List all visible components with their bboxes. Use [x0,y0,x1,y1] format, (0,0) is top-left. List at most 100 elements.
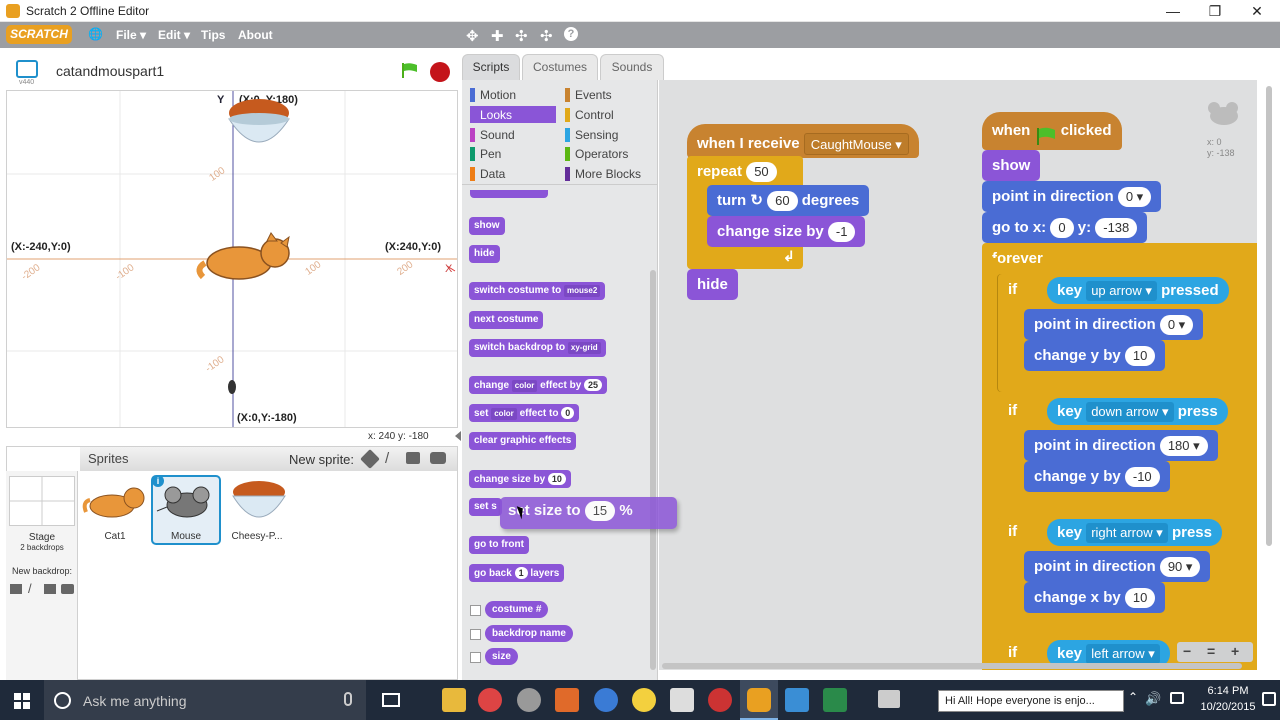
sprite-info-badge[interactable]: i [152,475,164,487]
direction-input[interactable]: 0 ▾ [1159,315,1194,336]
clock-date[interactable]: 10/20/2015 [1197,701,1259,713]
network-icon[interactable] [1170,692,1184,704]
backdrop-checkbox[interactable] [470,629,481,640]
clock-time[interactable]: 6:14 PM [1197,685,1259,697]
palette-show[interactable]: show [469,217,505,235]
change-x-input[interactable]: 10 [1124,588,1156,609]
change-size-input[interactable]: -1 [827,222,856,243]
palette-next-costume[interactable]: next costume [469,311,544,329]
reporter-costume[interactable]: costume # [485,601,549,618]
zoom-in-icon[interactable]: + [1231,643,1239,659]
upload-sprite-icon[interactable] [406,452,420,464]
go-to-xy-block[interactable]: go to x: 0 y: -138 [982,212,1148,243]
palette-clear-effects[interactable]: clear graphic effects [469,432,577,450]
layers-input[interactable]: 1 [514,567,528,579]
microphone-icon[interactable] [344,692,352,706]
mouse-sprite[interactable] [227,377,237,395]
category-events[interactable]: Events [575,88,612,102]
collapse-arrow-icon[interactable] [455,431,461,441]
show-block[interactable]: show [982,150,1041,181]
message-dropdown[interactable]: CaughtMouse ▾ [803,133,909,156]
effect-dropdown[interactable]: color [491,408,517,420]
direction-input[interactable]: 0 ▾ [1117,187,1152,208]
change-size-block[interactable]: change size by -1 [707,216,866,247]
category-data[interactable]: Data [480,167,505,181]
turn-block[interactable]: turn ↻ 60 degrees [707,185,870,216]
x-input[interactable]: 0 [1050,218,1074,239]
reporter-size[interactable]: size [485,648,518,665]
size-checkbox[interactable] [470,652,481,663]
close-button[interactable]: ✕ [1234,0,1280,22]
point-direction-block[interactable]: point in direction 0 ▾ [982,181,1162,212]
scripts-hscrollbar[interactable] [662,663,1242,669]
hide-block[interactable]: hide [687,269,738,300]
project-name[interactable]: catandmouspart1 [56,63,164,79]
palette-go-front[interactable]: go to front [469,536,529,554]
paint-backdrop-icon[interactable]: / [28,581,32,596]
tab-scripts[interactable]: Scripts [462,54,520,80]
palette-switch-backdrop[interactable]: switch backdrop to xy-grid [469,339,606,357]
stage[interactable]: Y X (X:0, Y:180) (X:-240,Y:0) (X:240,Y:0… [6,90,458,428]
scratch-logo[interactable]: SCRATCH [6,25,72,44]
category-pen[interactable]: Pen [480,147,501,161]
menu-tips[interactable]: Tips [201,28,225,42]
key-up-pressed-block[interactable]: key up arrow ▾ pressed [1047,277,1229,304]
menu-edit[interactable]: Edit ▾ [158,28,190,42]
key-down-pressed-block[interactable]: key down arrow ▾ press [1047,398,1228,425]
globe-icon[interactable]: 🌐 [88,27,103,41]
zoom-out-icon[interactable]: − [1183,643,1191,659]
scripts-area[interactable]: x: 0 y: -138 when I receive CaughtMouse … [659,80,1257,670]
palette-set-size-partial[interactable]: set s [469,498,502,516]
palette-switch-costume[interactable]: switch costume to mouse2 [469,282,606,300]
category-looks[interactable]: Looks [480,108,512,122]
menu-about[interactable]: About [238,28,273,42]
key-right-pressed-block[interactable]: key right arrow ▾ press [1047,519,1222,546]
change-y-block[interactable]: change y by 10 [1024,340,1166,371]
direction-input[interactable]: 180 ▾ [1159,436,1208,457]
key-right-dropdown[interactable]: right arrow ▾ [1086,523,1168,544]
key-left-dropdown[interactable]: left arrow ▾ [1086,644,1160,665]
change-y-block[interactable]: change y by -10 [1024,461,1170,492]
category-more-blocks[interactable]: More Blocks [575,167,641,181]
point-direction-block[interactable]: point in direction 90 ▾ [1024,551,1211,582]
category-operators[interactable]: Operators [575,147,628,161]
delete-tool-icon[interactable]: ✚ [491,27,504,45]
palette-go-back[interactable]: go back 1 layers [469,564,565,582]
repeat-count-input[interactable]: 50 [746,162,777,183]
change-y-input[interactable]: 10 [1124,346,1156,367]
notification-ticker[interactable]: Hi All! Hope everyone is enjo... [938,690,1124,712]
point-direction-block[interactable]: point in direction 0 ▾ [1024,309,1204,340]
green-flag-icon[interactable] [401,62,419,78]
if-up-header[interactable]: if [998,274,1027,305]
tab-sounds[interactable]: Sounds [600,54,664,80]
change-x-block[interactable]: change x by 10 [1024,582,1166,613]
cheese-bowl-sprite[interactable] [223,95,295,153]
grow-tool-icon[interactable]: ✣ [515,27,528,45]
repeat-block[interactable]: repeat 50 [687,156,787,187]
category-sensing[interactable]: Sensing [575,128,618,142]
tab-costumes[interactable]: Costumes [522,54,598,80]
menu-file[interactable]: File ▾ [116,28,146,42]
action-center-icon[interactable] [1262,692,1276,706]
size-value-input[interactable]: 10 [547,473,566,485]
record-icon[interactable] [708,688,732,712]
category-sound[interactable]: Sound [480,128,515,142]
backdrop-camera-icon[interactable] [61,584,74,594]
chrome-icon[interactable] [478,688,502,712]
scratch-taskbar-button[interactable] [740,680,778,720]
point-direction-block[interactable]: point in direction 180 ▾ [1024,430,1218,461]
task-view-icon[interactable] [382,693,400,707]
change-y-input[interactable]: -10 [1124,467,1160,488]
help-tool-icon[interactable]: ? [564,27,578,41]
calculator-icon[interactable] [670,688,694,712]
file-explorer-icon[interactable] [442,688,466,712]
when-flag-clicked-block[interactable]: when clicked [982,112,1122,150]
duplicate-tool-icon[interactable]: ✥ [466,27,479,45]
category-control[interactable]: Control [575,108,614,122]
cortana-search-box[interactable]: Ask me anything [44,680,366,720]
scripts-vscrollbar[interactable] [1266,86,1272,546]
key-down-dropdown[interactable]: down arrow ▾ [1086,402,1174,423]
palette-block-cut[interactable] [470,190,548,198]
costume-dropdown[interactable]: mouse2 [564,285,601,297]
category-motion[interactable]: Motion [480,88,516,102]
